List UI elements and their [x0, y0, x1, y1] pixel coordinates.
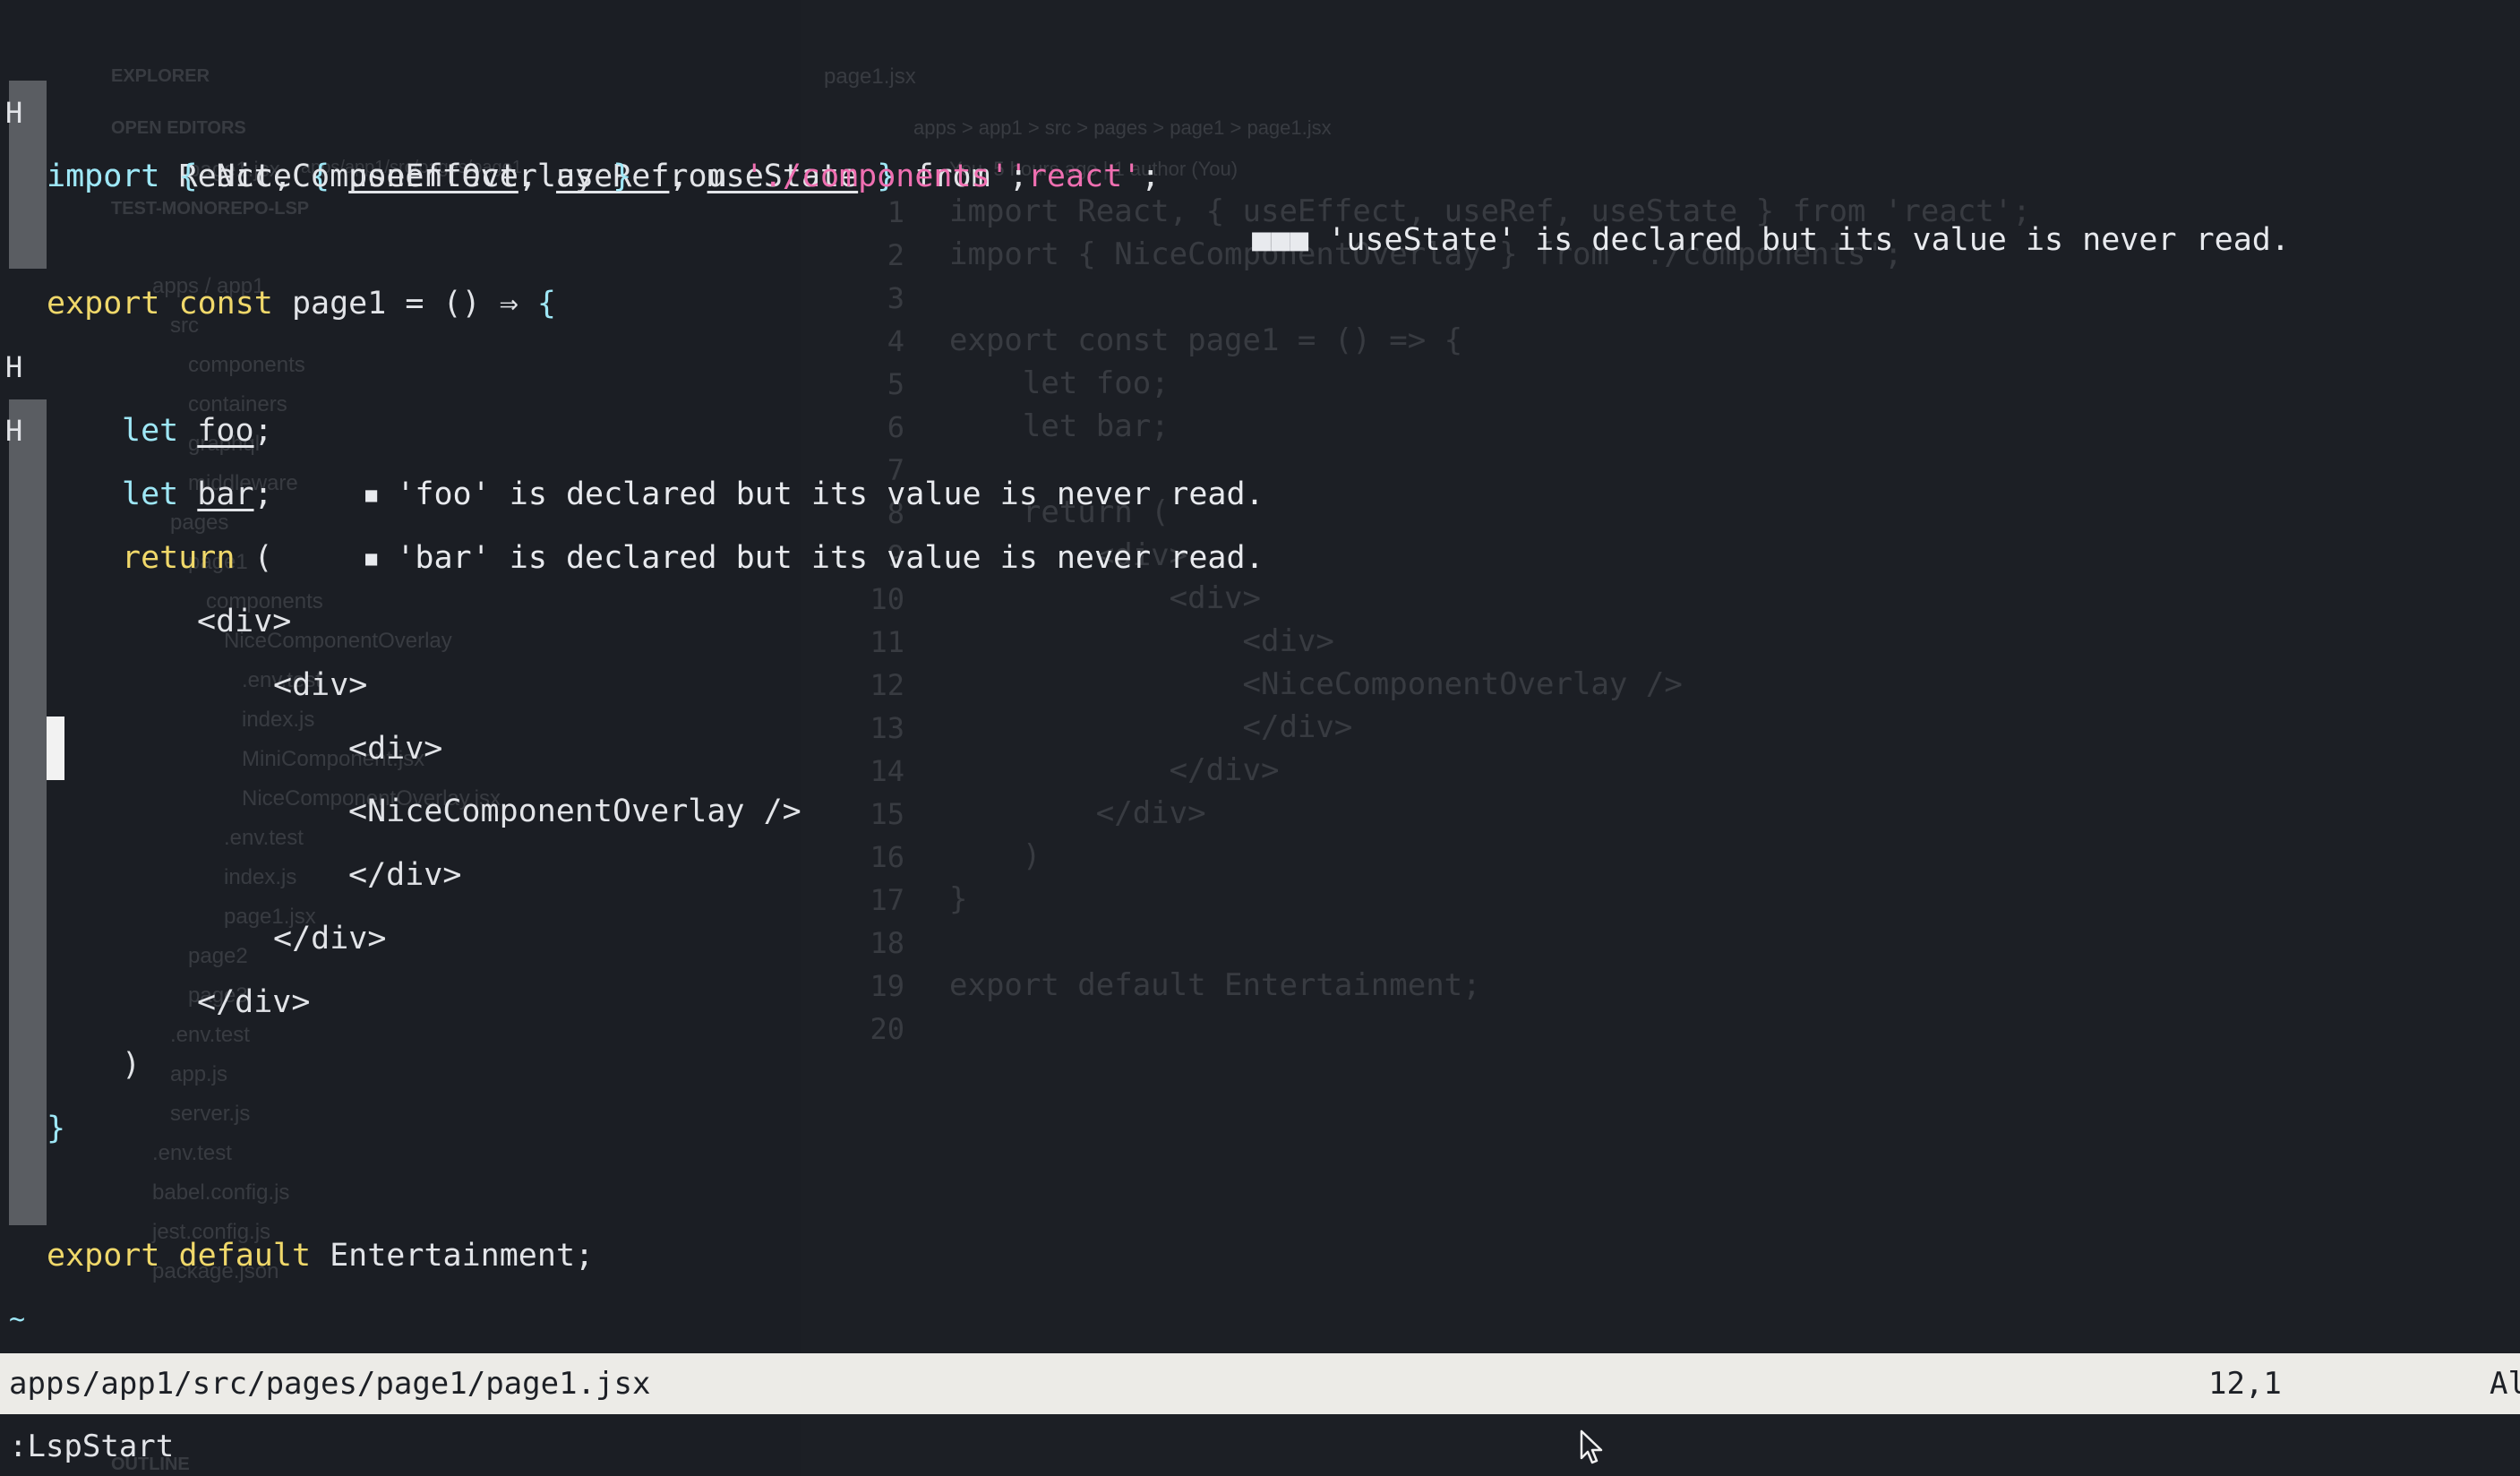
code-line-2[interactable]: import { NiceComponentOverlay } from './… — [0, 82, 2520, 194]
code-line-13[interactable]: </div> — [0, 780, 2520, 893]
code-line-12[interactable]: <NiceComponentOverlay /> — [0, 717, 2520, 829]
code-line-16[interactable]: ) — [0, 970, 2520, 1083]
code-line-4[interactable]: export const page1 = () ⇒ { — [0, 209, 2520, 322]
brace: } — [47, 1111, 66, 1146]
identifier-unused: foo — [197, 413, 254, 449]
empty-line-marker: ~ — [0, 1288, 2520, 1399]
code-line-1[interactable]: H import React, { useEffect, useRef, use… — [0, 18, 2520, 258]
brace: { — [159, 159, 198, 194]
status-line: apps/app1/src/pages/page1/page1.jsx 12,1… — [0, 1353, 2520, 1414]
command-line[interactable]: :LspStart — [9, 1418, 174, 1475]
punct: ; — [1008, 159, 1028, 194]
status-cursor-position: 12,1 — [2208, 1366, 2282, 1402]
identifier: NiceComponentOverlay — [197, 159, 613, 194]
code-line-17[interactable]: } — [0, 1034, 2520, 1146]
empty-line-marker: ~ — [0, 1224, 2520, 1335]
brace: } — [613, 159, 632, 194]
keyword-let: let — [122, 413, 179, 449]
punct: ; — [253, 413, 273, 449]
code-line-11[interactable]: <div> — [0, 654, 2520, 767]
vim-editor[interactable]: H import React, { useEffect, useRef, use… — [0, 0, 2520, 1476]
code-line-19[interactable]: export default Entertainment; — [0, 1161, 2520, 1274]
status-scroll-indicator: All — [2490, 1366, 2520, 1402]
string-literal: './components' — [744, 159, 1009, 194]
code-line-15[interactable]: </div> — [0, 907, 2520, 1020]
code-line-5[interactable]: H let foo; ■ 'foo' is declared but its v… — [0, 272, 2520, 512]
mouse-pointer-icon — [1580, 1429, 1603, 1464]
hint-sign: H — [5, 414, 23, 448]
punct: ; — [1141, 159, 1161, 194]
keyword-import: import — [47, 159, 160, 194]
code-line-9[interactable]: <div> — [0, 527, 2520, 639]
code-line-8[interactable]: return ( — [0, 463, 2520, 576]
code-line-10[interactable]: <div> — [0, 590, 2520, 703]
string-literal: 'react' — [1008, 159, 1142, 194]
keyword-from: from — [631, 159, 745, 194]
code-line-14[interactable]: </div> — [0, 844, 2520, 957]
code-line-6[interactable]: H let bar; ■ 'bar' is declared but its v… — [0, 336, 2520, 576]
status-file-path: apps/app1/src/pages/page1/page1.jsx — [9, 1366, 651, 1402]
